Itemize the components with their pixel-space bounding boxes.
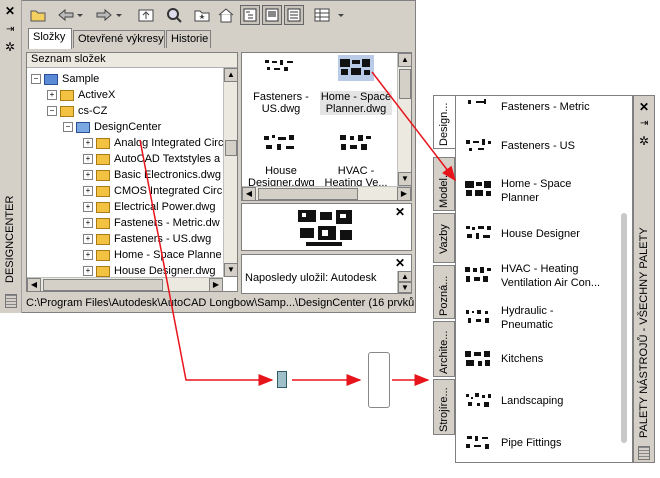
drag-arrows	[139, 71, 456, 386]
